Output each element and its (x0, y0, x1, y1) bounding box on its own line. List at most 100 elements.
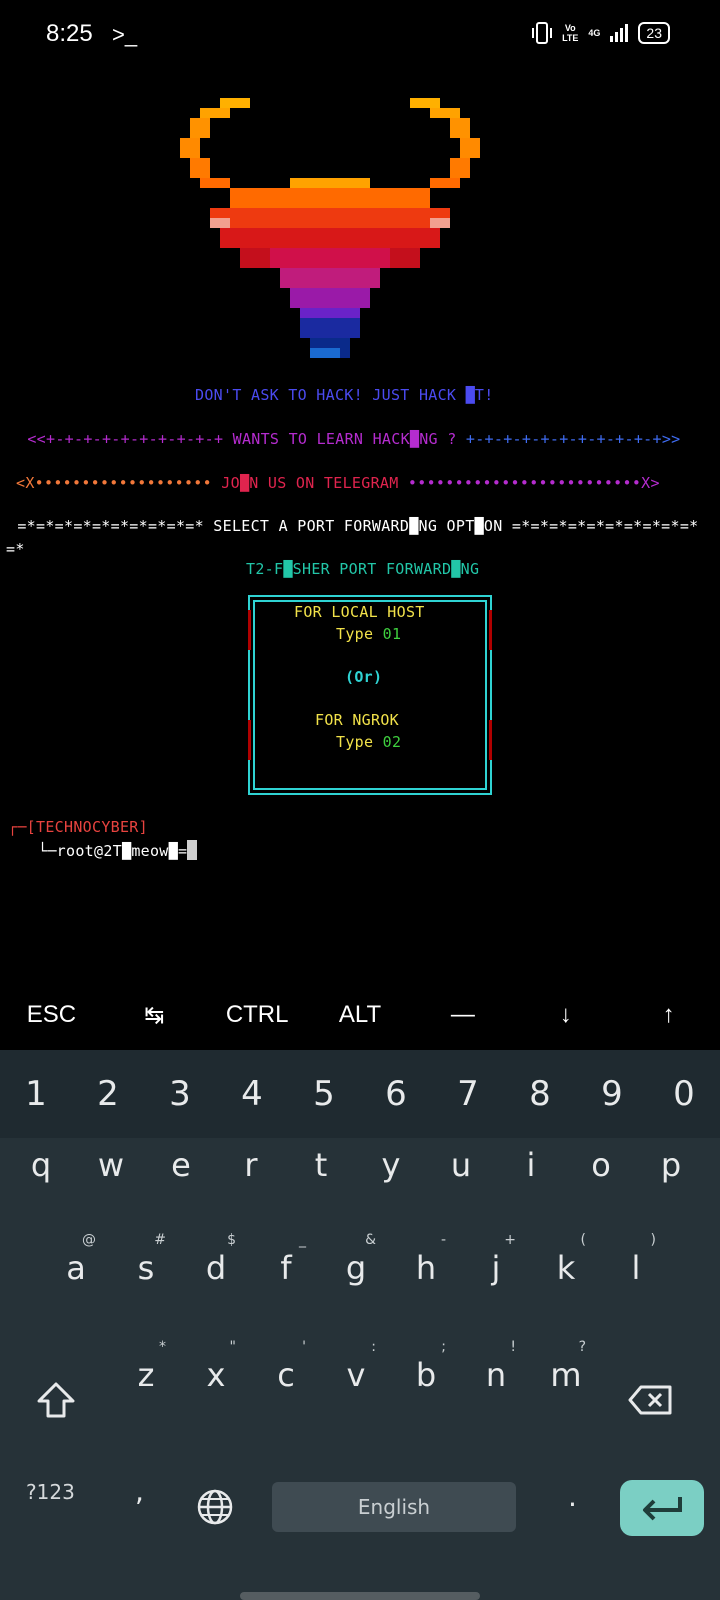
down-arrow-key[interactable]: ↓ (514, 980, 617, 1050)
battery-indicator: 23 (638, 22, 670, 44)
prompt-arrow: └─ (38, 842, 57, 860)
key-b[interactable]: ; b (390, 1325, 462, 1425)
key-l[interactable]: ) l (600, 1218, 672, 1318)
prompt-name: [TECHNOCYBER] (26, 818, 148, 836)
key-q[interactable]: q (5, 1115, 77, 1215)
up-arrow-key[interactable]: ↑ (617, 980, 720, 1050)
backspace-icon (628, 1385, 672, 1415)
key-y[interactable]: y (355, 1115, 427, 1215)
select-option-line: =*=*=*=*=*=*=*=*=*=* SELECT A PORT FORWA… (8, 517, 699, 535)
key-hint: + (504, 1232, 516, 1248)
box-accent (248, 720, 251, 760)
ngrok-code: 02 (382, 733, 402, 751)
telegram-right: •••••••••••••••••••••••••X> (398, 474, 660, 492)
signal-icon (610, 24, 629, 42)
alt-key[interactable]: ALT (309, 980, 412, 1050)
key-label: k (556, 1249, 576, 1287)
key-n[interactable]: ! n (460, 1325, 532, 1425)
key-label: j (491, 1249, 501, 1287)
status-bar: 8:25 >_ Vo LTE 4G 23 (0, 0, 720, 70)
key-o[interactable]: o (565, 1115, 637, 1215)
learn-mid: WANTS TO LEARN HACK█NG ? (232, 430, 457, 448)
key-label: n (485, 1356, 507, 1394)
shift-icon (37, 1382, 75, 1418)
key-r[interactable]: r (215, 1115, 287, 1215)
key-hint: : (371, 1339, 376, 1355)
box-accent (489, 720, 492, 760)
key-s[interactable]: # s (110, 1218, 182, 1318)
period-key[interactable]: . (568, 1480, 577, 1513)
key-t[interactable]: t (285, 1115, 357, 1215)
prompt-line[interactable]: └─root@2T█meow█= (38, 840, 198, 860)
keyboard-row-2: @ a # s $ d _ f & g - h + j(k) l (0, 1218, 720, 1318)
tagline: DON'T ASK TO HACK! JUST HACK █T! (195, 386, 494, 404)
key-g[interactable]: & g (320, 1218, 392, 1318)
key-label: g (345, 1249, 367, 1287)
key-label: m (550, 1356, 582, 1394)
backspace-key[interactable] (600, 1350, 700, 1450)
extra-keys-row: ESC ↹ CTRL ALT — ↓ ↑ (0, 980, 720, 1050)
status-time: 8:25 (46, 20, 93, 47)
shift-key[interactable] (6, 1350, 106, 1450)
space-key[interactable]: English (272, 1482, 516, 1532)
key-hint: ' (302, 1339, 306, 1355)
key-f[interactable]: _ f (250, 1218, 322, 1318)
esc-key[interactable]: ESC (0, 980, 103, 1050)
key-h[interactable]: -h (390, 1218, 462, 1318)
local-host-type-line: Type 01 (336, 625, 401, 643)
telegram-line: <X••••••••••••••••••• JO█N US ON TELEGRA… (16, 474, 660, 492)
keyboard-row-1: qwertyuiop (0, 1115, 720, 1215)
key-i[interactable]: i (495, 1115, 567, 1215)
prompt-user: root@2T█meow█= (56, 842, 188, 860)
key-m[interactable]: ? m (530, 1325, 602, 1425)
text-cursor (187, 840, 198, 860)
key-label: x (206, 1356, 226, 1394)
type-word: Type (336, 733, 383, 751)
globe-icon[interactable] (196, 1488, 234, 1526)
nav-gesture-handle[interactable] (240, 1592, 480, 1600)
or-text: (Or) (345, 668, 383, 686)
key-x[interactable]: " x (180, 1325, 252, 1425)
local-host-label: FOR LOCAL HOST (294, 603, 425, 621)
telegram-mid: JO█N US ON TELEGRAM (221, 474, 399, 492)
key-k[interactable]: (k (530, 1218, 602, 1318)
enter-key[interactable] (620, 1480, 704, 1536)
prompt-header: ┌─[TECHNOCYBER] (8, 818, 148, 836)
key-c[interactable]: ' c (250, 1325, 322, 1425)
key-p[interactable]: p (635, 1115, 707, 1215)
key-label: v (346, 1356, 366, 1394)
key-v[interactable]: :v (320, 1325, 392, 1425)
ngrok-label: FOR NGROK (315, 711, 399, 729)
ctrl-key[interactable]: CTRL (206, 980, 309, 1050)
type-word: Type (336, 625, 383, 643)
t2-fisher-title: T2-F█SHER PORT FORWARD█NG (246, 560, 480, 578)
prompt-prefix: ┌─ (8, 818, 27, 836)
key-d[interactable]: $ d (180, 1218, 252, 1318)
key-hint: * (159, 1339, 166, 1355)
key-hint: ) (650, 1232, 656, 1248)
key-w[interactable]: w (75, 1115, 147, 1215)
symbols-key[interactable]: ?123 (26, 1480, 75, 1504)
dash-key[interactable]: — (411, 980, 514, 1050)
key-hint: @ (82, 1232, 96, 1248)
key-hint: ; (441, 1339, 446, 1355)
key-label: d (205, 1249, 227, 1287)
key-hint: ? (578, 1339, 586, 1355)
comma-key[interactable]: , (135, 1475, 144, 1508)
tab-key[interactable]: ↹ (103, 980, 206, 1050)
key-hint: - (440, 1232, 446, 1248)
key-u[interactable]: u (425, 1115, 497, 1215)
key-label: a (66, 1249, 86, 1287)
key-hint: ( (580, 1232, 586, 1248)
box-accent (489, 610, 492, 650)
local-code: 01 (382, 625, 402, 643)
key-a[interactable]: @ a (40, 1218, 112, 1318)
key-e[interactable]: e (145, 1115, 217, 1215)
key-j[interactable]: + j (460, 1218, 532, 1318)
terminal-app-icon: >_ (112, 22, 138, 47)
select-option-wrap: =* (6, 540, 25, 558)
learn-hacking-line: <<+-+-+-+-+-+-+-+-+-+ WANTS TO LEARN HAC… (18, 430, 681, 448)
key-label: c (277, 1356, 295, 1394)
key-z[interactable]: * z (110, 1325, 182, 1425)
learn-left: <<+-+-+-+-+-+-+-+-+-+ (18, 430, 233, 448)
